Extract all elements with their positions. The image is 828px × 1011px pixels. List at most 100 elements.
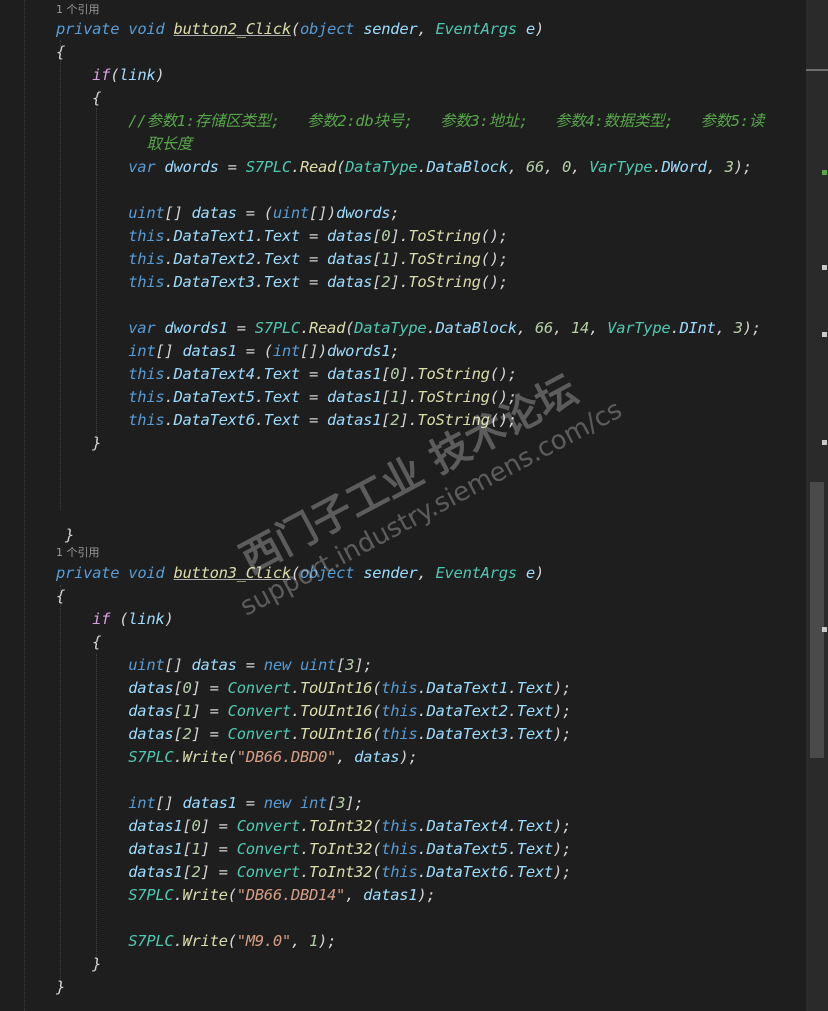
code-line[interactable]: datas1[0] = Convert.ToInt32(this.DataTex… xyxy=(56,815,571,838)
scrollbar-thumb[interactable] xyxy=(810,482,824,758)
code-token: } xyxy=(56,434,102,452)
code-line[interactable]: if (link) xyxy=(56,608,174,631)
code-token: = xyxy=(299,411,328,429)
code-line[interactable]: this.DataText6.Text = datas1[2].ToString… xyxy=(56,409,517,432)
code-token: ToString xyxy=(417,411,490,429)
code-token: DataText3 xyxy=(173,273,255,291)
code-token: EventArgs xyxy=(435,564,517,582)
code-line[interactable]: this.DataText2.Text = datas[1].ToString(… xyxy=(56,248,508,271)
code-line[interactable]: S7PLC.Write("DB66.DBD14", datas1); xyxy=(56,884,435,907)
code-token: 3 xyxy=(724,158,734,176)
code-token: Text xyxy=(263,411,300,429)
code-line[interactable]: int[] datas1 = new int[3]; xyxy=(56,792,363,815)
code-token: S7PLC xyxy=(128,932,174,950)
code-token: . xyxy=(507,702,517,720)
code-token: int xyxy=(272,342,300,360)
code-token: [] xyxy=(164,656,192,674)
code-token: . xyxy=(254,273,264,291)
vertical-scrollbar[interactable] xyxy=(806,0,828,1011)
code-line[interactable]: datas[2] = Convert.ToUInt16(this.DataTex… xyxy=(56,723,571,746)
code-token: object xyxy=(299,20,355,38)
code-line[interactable]: var dwords = S7PLC.Read(DataType.DataBlo… xyxy=(56,156,752,179)
code-line[interactable]: datas[0] = Convert.ToUInt16(this.DataTex… xyxy=(56,677,571,700)
code-line[interactable]: uint[] datas = (uint[])dwords; xyxy=(56,202,399,225)
code-token: [ xyxy=(182,863,192,881)
code-line[interactable]: uint[] datas = new uint[3]; xyxy=(56,654,372,677)
code-line[interactable]: { xyxy=(56,87,101,110)
code-token: this xyxy=(128,250,165,268)
code-token: DataType xyxy=(354,319,427,337)
code-token: ]; xyxy=(354,656,373,674)
code-token: { xyxy=(56,43,66,61)
code-line[interactable]: S7PLC.Write("M9.0", 1); xyxy=(56,930,336,953)
code-token: this xyxy=(381,702,418,720)
marker xyxy=(822,332,827,337)
code-token: . xyxy=(507,840,517,858)
code-token: this xyxy=(128,365,165,383)
code-editor[interactable]: 1 个引用 1 个引用 private void button2_Click(obj… xyxy=(0,0,806,1011)
code-token: [ xyxy=(381,388,391,406)
code-token: ]. xyxy=(399,388,418,406)
code-line[interactable]: int[] datas1 = (int[])dwords1; xyxy=(56,340,399,363)
code-token: DWord xyxy=(661,158,707,176)
code-token: . xyxy=(290,679,300,697)
code-token: ( xyxy=(227,886,237,904)
code-line[interactable]: this.DataText1.Text = datas[0].ToString(… xyxy=(56,225,508,248)
code-line[interactable]: { xyxy=(56,41,65,64)
code-line[interactable]: this.DataText5.Text = datas1[1].ToString… xyxy=(56,386,517,409)
code-line[interactable]: this.DataText3.Text = datas[2].ToString(… xyxy=(56,271,508,294)
code-line[interactable]: private void button2_Click(object sender… xyxy=(56,18,544,41)
code-token: ; xyxy=(390,342,400,360)
code-token: link xyxy=(128,610,165,628)
code-token: datas xyxy=(354,748,400,766)
code-line[interactable]: 取长度 xyxy=(56,133,192,156)
code-token: ); xyxy=(552,840,572,858)
code-line[interactable]: this.DataText4.Text = datas1[0].ToString… xyxy=(56,363,517,386)
code-line[interactable]: datas1[2] = Convert.ToInt32(this.DataTex… xyxy=(56,861,571,884)
code-line[interactable]: //参数1:存储区类型; 参数2:db块号; 参数3:地址; 参数4:数据类型;… xyxy=(56,110,764,133)
code-token: [ xyxy=(327,794,337,812)
code-line[interactable]: } xyxy=(56,524,74,547)
code-line[interactable]: } xyxy=(56,953,101,976)
code-token: "DB66.DBD14" xyxy=(236,886,346,904)
code-token: datas xyxy=(128,725,174,743)
code-token: , xyxy=(516,319,535,337)
code-token: sender xyxy=(363,20,418,38)
code-line[interactable]: { xyxy=(56,585,65,608)
code-token: ); xyxy=(552,817,572,835)
code-line[interactable]: var dwords1 = S7PLC.Read(DataType.DataBl… xyxy=(56,317,761,340)
code-token: ); xyxy=(552,725,572,743)
code-token: ( xyxy=(372,863,382,881)
code-line[interactable]: datas[1] = Convert.ToUInt16(this.DataTex… xyxy=(56,700,571,723)
code-line[interactable]: } xyxy=(56,432,101,455)
code-token: , xyxy=(543,158,562,176)
marker xyxy=(822,440,827,445)
scrollbar-position-marker xyxy=(806,69,828,71)
code-token: DataText4 xyxy=(426,817,508,835)
code-token: , xyxy=(290,932,309,950)
code-line[interactable]: S7PLC.Write("DB66.DBD0", datas); xyxy=(56,746,417,769)
code-token: var xyxy=(128,319,156,337)
reference-count[interactable]: 1 个引用 xyxy=(56,0,100,20)
code-token: 66 xyxy=(525,158,544,176)
code-token: 1 xyxy=(381,250,391,268)
code-line[interactable]: { xyxy=(56,631,101,654)
code-token: ( xyxy=(372,679,382,697)
code-token: ToString xyxy=(417,388,490,406)
code-token: . xyxy=(254,250,264,268)
code-token: , xyxy=(715,319,734,337)
code-line[interactable]: if(link) xyxy=(56,64,165,87)
code-line[interactable]: } xyxy=(56,976,65,999)
code-token: [ xyxy=(336,656,346,674)
code-token: [ xyxy=(372,250,382,268)
code-line[interactable]: private void button3_Click(object sender… xyxy=(56,562,544,585)
code-token: , xyxy=(552,319,572,337)
code-line[interactable]: datas1[1] = Convert.ToInt32(this.DataTex… xyxy=(56,838,571,861)
code-token: ) xyxy=(534,564,544,582)
code-token: link xyxy=(119,66,156,84)
code-token: ToInt32 xyxy=(308,863,373,881)
